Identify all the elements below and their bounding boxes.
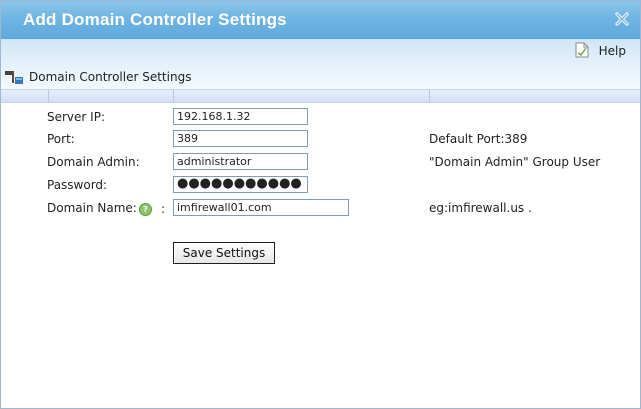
password-field[interactable]: ●●●●●●●●●●● xyxy=(173,176,308,193)
domain-admin-field[interactable]: administrator xyxy=(173,153,308,170)
domain-admin-note: "Domain Admin" Group User xyxy=(429,155,601,169)
column-divider xyxy=(48,89,49,103)
dialog-title: Add Domain Controller Settings xyxy=(23,10,287,29)
domain-name-field[interactable]: imfirewall01.com xyxy=(173,199,349,216)
domain-admin-label: Domain Admin: xyxy=(47,155,140,169)
password-label: Password: xyxy=(47,178,108,192)
save-settings-button[interactable]: Save Settings xyxy=(173,242,275,264)
port-note: Default Port:389 xyxy=(429,132,528,146)
domain-name-colon: : xyxy=(161,202,166,216)
server-ip-label: Server IP: xyxy=(47,110,105,124)
question-mark-icon[interactable]: ? xyxy=(139,203,152,216)
close-x-icon[interactable] xyxy=(614,11,630,27)
help-document-icon xyxy=(575,42,589,61)
server-ip-field[interactable]: 192.168.1.32 xyxy=(173,108,308,125)
column-header-stripe xyxy=(1,89,640,103)
title-bar: Add Domain Controller Settings xyxy=(1,1,640,39)
column-divider xyxy=(173,89,174,103)
domain-name-label: Domain Name: xyxy=(47,201,137,215)
port-field[interactable]: 389 xyxy=(173,130,308,147)
help-label: Help xyxy=(598,44,626,58)
domain-name-note: eg:imfirewall.us . xyxy=(429,201,532,215)
hammer-tool-icon xyxy=(4,69,24,85)
help-link[interactable]: Help xyxy=(575,42,626,61)
section-title: Domain Controller Settings xyxy=(29,70,192,84)
section-header: Domain Controller Settings xyxy=(1,68,191,86)
dialog-window: Add Domain Controller Settings Help Doma… xyxy=(0,0,641,409)
column-divider xyxy=(429,89,430,103)
port-label: Port: xyxy=(47,132,75,146)
